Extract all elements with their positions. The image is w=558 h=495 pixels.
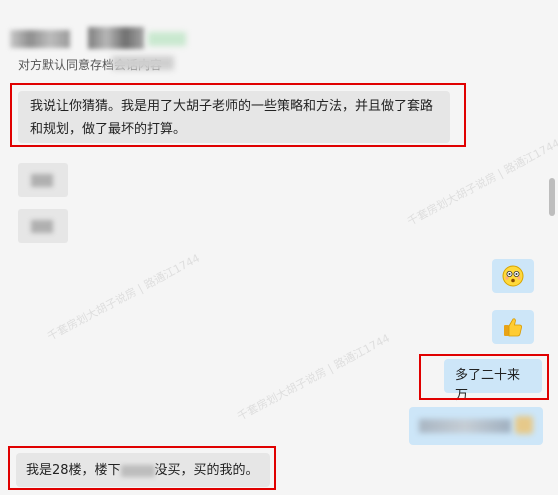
- thumbs-up-icon: [504, 318, 522, 337]
- watermark: 千套房划大胡子说房 | 路通江1744: [45, 251, 202, 344]
- highlight-box: [419, 354, 549, 400]
- redacted-text: [419, 419, 511, 433]
- contact-tag-redacted: [148, 32, 186, 46]
- watermark: 千套房划大胡子说房 | 路通江1744: [405, 136, 558, 229]
- highlight-box: [8, 446, 276, 490]
- redacted-emoji: [515, 416, 533, 434]
- chat-header: 对方默认同意存档会话内容: [0, 0, 558, 74]
- redacted-image: [31, 174, 53, 187]
- watermark: 千套房划大胡子说房 | 路通江1744: [235, 331, 392, 424]
- emoji-message[interactable]: [492, 310, 534, 344]
- flushed-face-icon: [502, 265, 524, 287]
- redacted-image: [31, 220, 53, 233]
- contact-company-redacted: [88, 27, 144, 49]
- chat-area[interactable]: 我说让你猜猜。我是用了大胡子老师的一些策略和方法，并且做了套路和规划，做了最坏的…: [0, 74, 558, 495]
- scrollbar[interactable]: [549, 178, 555, 216]
- highlight-box: [10, 83, 466, 147]
- archive-notice-redacted: [112, 56, 174, 70]
- message-bubble[interactable]: [409, 407, 543, 445]
- image-message-thumbnail[interactable]: [18, 209, 68, 243]
- contact-name-redacted: [10, 30, 70, 48]
- image-message-thumbnail[interactable]: [18, 163, 68, 197]
- emoji-message[interactable]: [492, 259, 534, 293]
